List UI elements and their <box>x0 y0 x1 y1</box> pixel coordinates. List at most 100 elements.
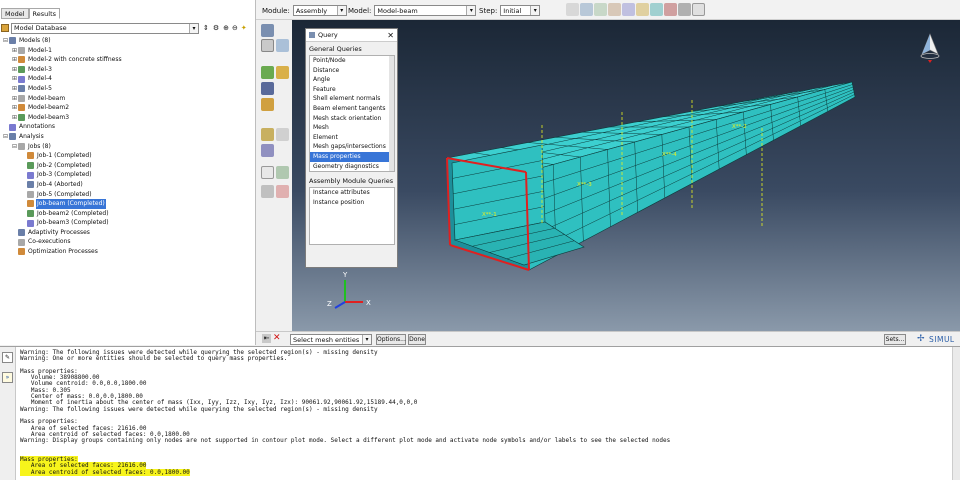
tree-item[interactable]: Co-executions <box>2 237 252 247</box>
tree-expander-icon[interactable]: ⊟ <box>11 142 18 152</box>
python-command-icon[interactable]: » <box>2 372 13 383</box>
query-item[interactable]: Feature <box>310 85 394 95</box>
tree-item[interactable]: ⊞ Model-2 with concrete stiffness <box>2 55 252 65</box>
tree-expander-icon[interactable]: ⊞ <box>11 74 18 84</box>
tree-item[interactable]: Job-3 (Completed) <box>2 170 252 180</box>
tree-expander-icon[interactable]: ⊞ <box>11 84 18 94</box>
tree-item[interactable]: Job-1 (Completed) <box>2 151 252 161</box>
assembly-toolbox <box>258 20 292 350</box>
back-arrow-icon[interactable]: ⇤ <box>262 334 271 343</box>
expand-icon[interactable]: ⊕ <box>223 24 229 32</box>
model-select[interactable]: Model-beam ▾ <box>374 5 477 16</box>
sets-button[interactable]: Sets... <box>884 334 906 345</box>
merge-cut-icon[interactable] <box>261 82 274 95</box>
partition-icon[interactable] <box>276 166 289 179</box>
tree-item[interactable]: Job-4 (Aborted) <box>2 180 252 190</box>
tree-item[interactable]: Job-beam3 (Completed) <box>2 218 252 228</box>
rotate-instance-icon[interactable] <box>276 39 289 52</box>
tree-expander-icon[interactable]: ⊞ <box>11 94 18 104</box>
coordinate-system-icon[interactable] <box>261 166 274 179</box>
translate-instance-icon[interactable] <box>261 39 274 52</box>
tree-item[interactable]: Job-beam (Completed) <box>2 199 252 209</box>
tab-model[interactable]: Model <box>1 8 29 19</box>
tree-item[interactable]: ⊟ Models (8) <box>2 36 252 46</box>
left-view-icon[interactable] <box>650 3 663 16</box>
query-item[interactable]: Mesh stack orientation <box>310 114 394 124</box>
step-select[interactable]: Initial ▾ <box>500 5 541 16</box>
filter-icon[interactable]: ⚙ <box>213 24 219 32</box>
datum-icon[interactable] <box>276 128 289 141</box>
top-view-icon[interactable] <box>622 3 635 16</box>
tree-item[interactable]: ⊞ Model-4 <box>2 74 252 84</box>
tree-expander-icon[interactable]: ⊞ <box>11 55 18 65</box>
tab-results[interactable]: Results <box>28 8 61 19</box>
right-view-icon[interactable] <box>664 3 677 16</box>
tree-item[interactable]: ⊞ Model-beam2 <box>2 103 252 113</box>
tree-item[interactable]: ⊞ Model-beam <box>2 94 252 104</box>
tree-node-icon <box>18 56 25 64</box>
tree-expander-icon[interactable]: ⊞ <box>11 65 18 75</box>
module-query-item[interactable]: Instance position <box>310 198 394 208</box>
render-icon[interactable] <box>678 3 691 16</box>
tree-item[interactable]: ⊟ Analysis <box>2 132 252 142</box>
query-item[interactable]: Distance <box>310 66 394 76</box>
query-item[interactable]: Angle <box>310 75 394 85</box>
query-icon[interactable] <box>261 144 274 157</box>
tree-item[interactable]: ⊞ Model-3 <box>2 65 252 75</box>
radial-pattern-icon[interactable] <box>276 66 289 79</box>
query-item[interactable]: Element <box>310 133 394 143</box>
query-item[interactable]: Geometry diagnostics <box>310 162 394 172</box>
view-cube-icon[interactable] <box>566 3 579 16</box>
query-item[interactable]: Shell element normals <box>310 94 394 104</box>
tree-expander-icon[interactable]: ⊞ <box>11 46 18 56</box>
query-item[interactable]: Point/Node <box>310 56 394 66</box>
front-view-icon[interactable] <box>594 3 607 16</box>
iso-view-icon[interactable] <box>580 3 593 16</box>
bottom-view-icon[interactable] <box>636 3 649 16</box>
query-list-scrollbar[interactable] <box>389 56 394 172</box>
module-select[interactable]: Assembly ▾ <box>292 5 347 16</box>
tree-expander-icon[interactable]: ⊟ <box>2 132 9 142</box>
linear-pattern-icon[interactable] <box>261 66 274 79</box>
query-item[interactable]: Beam element tangents <box>310 104 394 114</box>
module-query-item[interactable]: Instance attributes <box>310 188 394 198</box>
query-title: Query <box>318 31 338 39</box>
tree-item[interactable]: Optimization Processes <box>2 247 252 257</box>
query-item[interactable]: Mass properties <box>310 151 394 162</box>
tree-expander-icon[interactable]: ⊟ <box>2 36 9 46</box>
tree-item[interactable]: Adaptivity Processes <box>2 228 252 238</box>
wireframe-icon[interactable] <box>692 3 705 16</box>
help-icon[interactable]: ✦ <box>241 24 247 32</box>
tree-item[interactable]: Job-2 (Completed) <box>2 161 252 171</box>
message-area-icon[interactable]: ✎ <box>2 352 13 363</box>
database-select[interactable]: Model Database ▾ <box>11 22 199 34</box>
options-button[interactable]: Options... <box>376 334 406 345</box>
message-area: ✎ » Warning: The following issues were d… <box>0 346 960 480</box>
edit-feature-icon[interactable] <box>261 128 274 141</box>
instance-part-icon[interactable] <box>261 24 274 37</box>
query-item[interactable]: Mesh <box>310 123 394 133</box>
view-compass-icon[interactable] <box>920 33 940 63</box>
message-scrollbar[interactable] <box>952 347 960 480</box>
tree-expander-icon[interactable]: ⊞ <box>11 113 18 123</box>
select-entities-combo[interactable]: Select mesh entities ▾ <box>290 334 372 345</box>
done-button[interactable]: Done <box>408 334 426 345</box>
tree-item[interactable]: Job-beam2 (Completed) <box>2 209 252 219</box>
tree-item-label: Jobs (8) <box>28 142 51 150</box>
surface-manager-icon[interactable] <box>276 185 289 198</box>
tree-item[interactable]: ⊞ Model-1 <box>2 46 252 56</box>
collapse-icon[interactable]: ⊖ <box>232 24 238 32</box>
constraint-icon[interactable] <box>261 98 274 111</box>
close-icon[interactable]: ✕ <box>387 31 394 40</box>
set-manager-icon[interactable] <box>261 185 274 198</box>
tree-item[interactable]: Annotations <box>2 122 252 132</box>
updown-icon[interactable]: ⇕ <box>203 24 209 32</box>
back-view-icon[interactable] <box>608 3 621 16</box>
tree-expander-icon[interactable]: ⊞ <box>11 103 18 113</box>
tree-item[interactable]: ⊞ Model-5 <box>2 84 252 94</box>
tree-item[interactable]: ⊞ Model-beam3 <box>2 113 252 123</box>
cancel-icon[interactable]: ✕ <box>273 333 281 343</box>
tree-item[interactable]: ⊟ Jobs (8) <box>2 142 252 152</box>
query-item[interactable]: Mesh gaps/intersections <box>310 142 394 152</box>
tree-item[interactable]: Job-5 (Completed) <box>2 190 252 200</box>
